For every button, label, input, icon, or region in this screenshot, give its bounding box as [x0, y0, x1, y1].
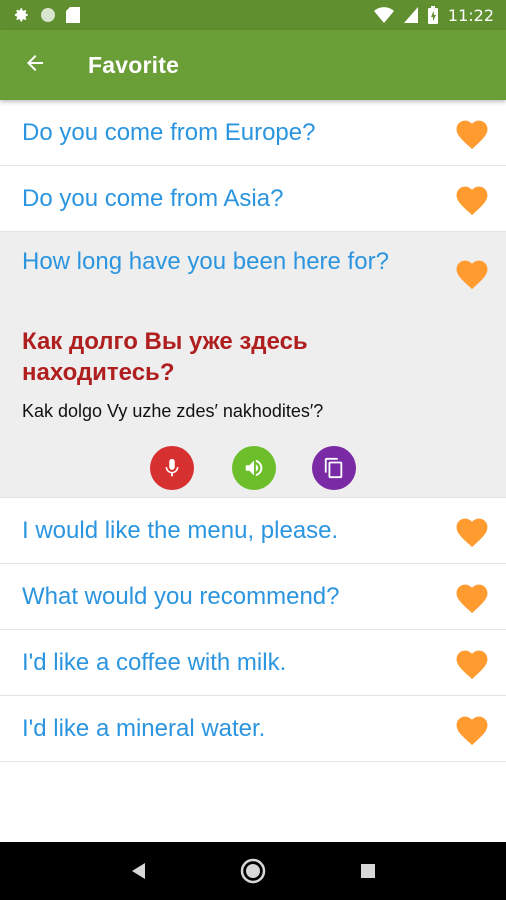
heart-icon	[456, 716, 488, 746]
copy-icon	[324, 457, 343, 479]
heart-icon	[456, 186, 488, 216]
phrase-text: Do you come from Europe?	[22, 118, 316, 146]
speaker-icon	[245, 459, 263, 477]
translation-text: Как долго Вы уже здесь находитесь?	[22, 328, 308, 387]
phrase-text: What would you recommend?	[22, 582, 340, 610]
system-nav-bar	[0, 842, 506, 900]
favorite-heart-button[interactable]	[452, 179, 492, 219]
favorite-heart-button[interactable]	[452, 511, 492, 551]
phrase-text: How long have you been here for?	[22, 248, 389, 275]
heart-icon	[456, 584, 488, 614]
phrase-text: I'd like a coffee with milk.	[22, 648, 287, 676]
play-audio-button[interactable]	[232, 446, 276, 490]
app-bar: Favorite	[0, 30, 506, 100]
heart-icon	[456, 260, 488, 290]
phrase-text: Do you come from Asia?	[22, 184, 284, 212]
circle-icon	[40, 7, 56, 23]
phrase-row[interactable]: I'd like a mineral water.	[0, 696, 506, 762]
battery-icon	[427, 6, 438, 24]
heart-icon	[456, 518, 488, 548]
favorite-heart-button[interactable]	[452, 709, 492, 749]
back-button[interactable]	[0, 30, 70, 100]
heart-icon	[456, 650, 488, 680]
signal-icon	[403, 7, 418, 23]
favorites-list: Do you come from Europe? Do you come fro…	[0, 100, 506, 762]
nav-home-button[interactable]	[233, 851, 273, 891]
favorite-heart-button[interactable]	[452, 253, 492, 293]
favorite-heart-button[interactable]	[452, 113, 492, 153]
page-title: Favorite	[88, 51, 180, 78]
phrase-text: I would like the menu, please.	[22, 516, 339, 544]
favorite-heart-button[interactable]	[452, 577, 492, 617]
status-bar: 11:22	[0, 0, 506, 30]
phrase-row[interactable]: I would like the menu, please.	[0, 498, 506, 564]
sd-card-icon	[66, 7, 80, 23]
phrase-row-expanded[interactable]: How long have you been here for? Как дол…	[0, 232, 506, 498]
favorite-heart-button[interactable]	[452, 643, 492, 683]
record-button[interactable]	[150, 446, 194, 490]
status-left-icons	[12, 6, 80, 24]
phrase-text: I'd like a mineral water.	[22, 714, 266, 742]
home-circle-icon	[240, 858, 266, 884]
phrase-row[interactable]: What would you recommend?	[0, 564, 506, 630]
copy-button[interactable]	[312, 446, 356, 490]
arrow-left-icon	[23, 51, 47, 80]
phrase-row[interactable]: Do you come from Asia?	[0, 166, 506, 232]
settings-icon	[12, 6, 30, 24]
phrase-row[interactable]: Do you come from Europe?	[0, 100, 506, 166]
nav-recents-button[interactable]	[348, 851, 388, 891]
status-right-icons: 11:22	[373, 5, 494, 25]
phrase-row[interactable]: I'd like a coffee with milk.	[0, 630, 506, 696]
wifi-icon	[373, 7, 394, 23]
transliteration-text: Kak dolgo Vy uzhe zdes′ nakhodites′?	[22, 401, 324, 421]
status-time: 11:22	[447, 5, 494, 25]
recents-square-icon	[361, 864, 376, 878]
heart-icon	[456, 120, 488, 150]
microphone-icon	[165, 458, 179, 477]
back-triangle-icon	[131, 863, 145, 879]
nav-back-button[interactable]	[118, 851, 158, 891]
